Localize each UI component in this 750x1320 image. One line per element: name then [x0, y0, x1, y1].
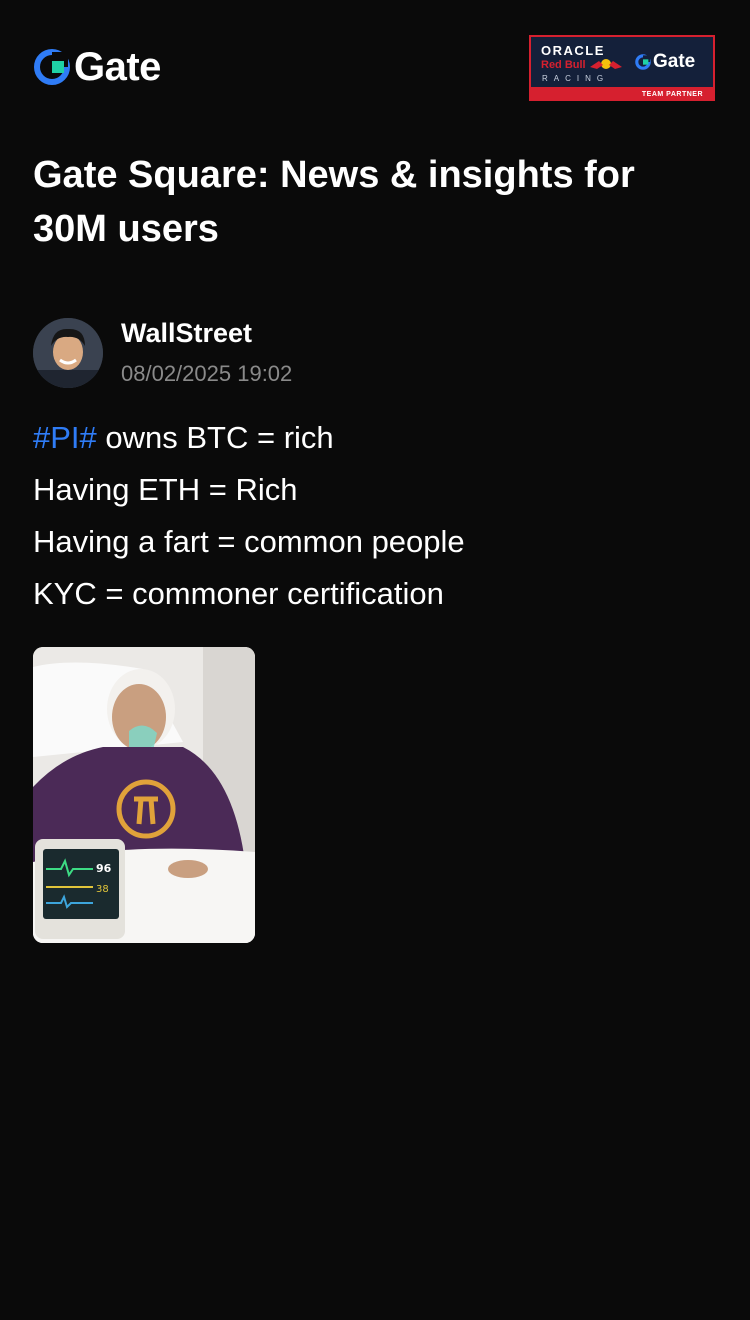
- post-line-1-text: owns BTC = rich: [96, 420, 334, 455]
- monitor-value-1: 96: [96, 862, 112, 875]
- badge-line-3: RACING: [542, 74, 610, 83]
- team-partner-badge[interactable]: ORACLE Red Bull RACING Gate TEAM PARTNER: [529, 35, 715, 101]
- avatar-image: [33, 318, 103, 388]
- logo-text: Gate: [74, 45, 161, 89]
- post-line-2: Having ETH = Rich: [33, 472, 298, 507]
- monitor-value-2: 38: [96, 884, 109, 895]
- post-line-3: Having a fart = common people: [33, 524, 465, 559]
- post-timestamp: 08/02/2025 19:02: [121, 361, 293, 386]
- badge-line-2: Red Bull: [541, 59, 586, 71]
- post-image[interactable]: 96 38: [33, 647, 255, 943]
- gate-logo[interactable]: Gate: [34, 46, 161, 88]
- avatar[interactable]: [33, 318, 103, 388]
- badge-brand-text: Gate: [653, 51, 696, 72]
- bull-icon: [590, 59, 622, 69]
- page-title: Gate Square: News & insights for 30M use…: [33, 154, 635, 250]
- page: Gate ORACLE Red Bull RACING Gate TEAM PA…: [0, 0, 750, 1320]
- hospital-bed-illustration: 96 38: [33, 647, 255, 943]
- post-line-4: KYC = commoner certification: [33, 576, 444, 611]
- badge-brand: Gate: [635, 51, 695, 73]
- badge-tag: TEAM PARTNER: [641, 91, 703, 98]
- post-line-1: #PI# owns BTC = rich: [33, 412, 723, 464]
- post-body: #PI# owns BTC = rich Having ETH = Rich H…: [33, 412, 723, 620]
- gate-logo-icon: [34, 49, 70, 85]
- gate-badge-icon: [635, 54, 651, 70]
- author-name[interactable]: WallStreet: [121, 318, 252, 349]
- badge-line-1: ORACLE: [541, 43, 605, 58]
- hashtag-link[interactable]: #PI#: [33, 420, 97, 455]
